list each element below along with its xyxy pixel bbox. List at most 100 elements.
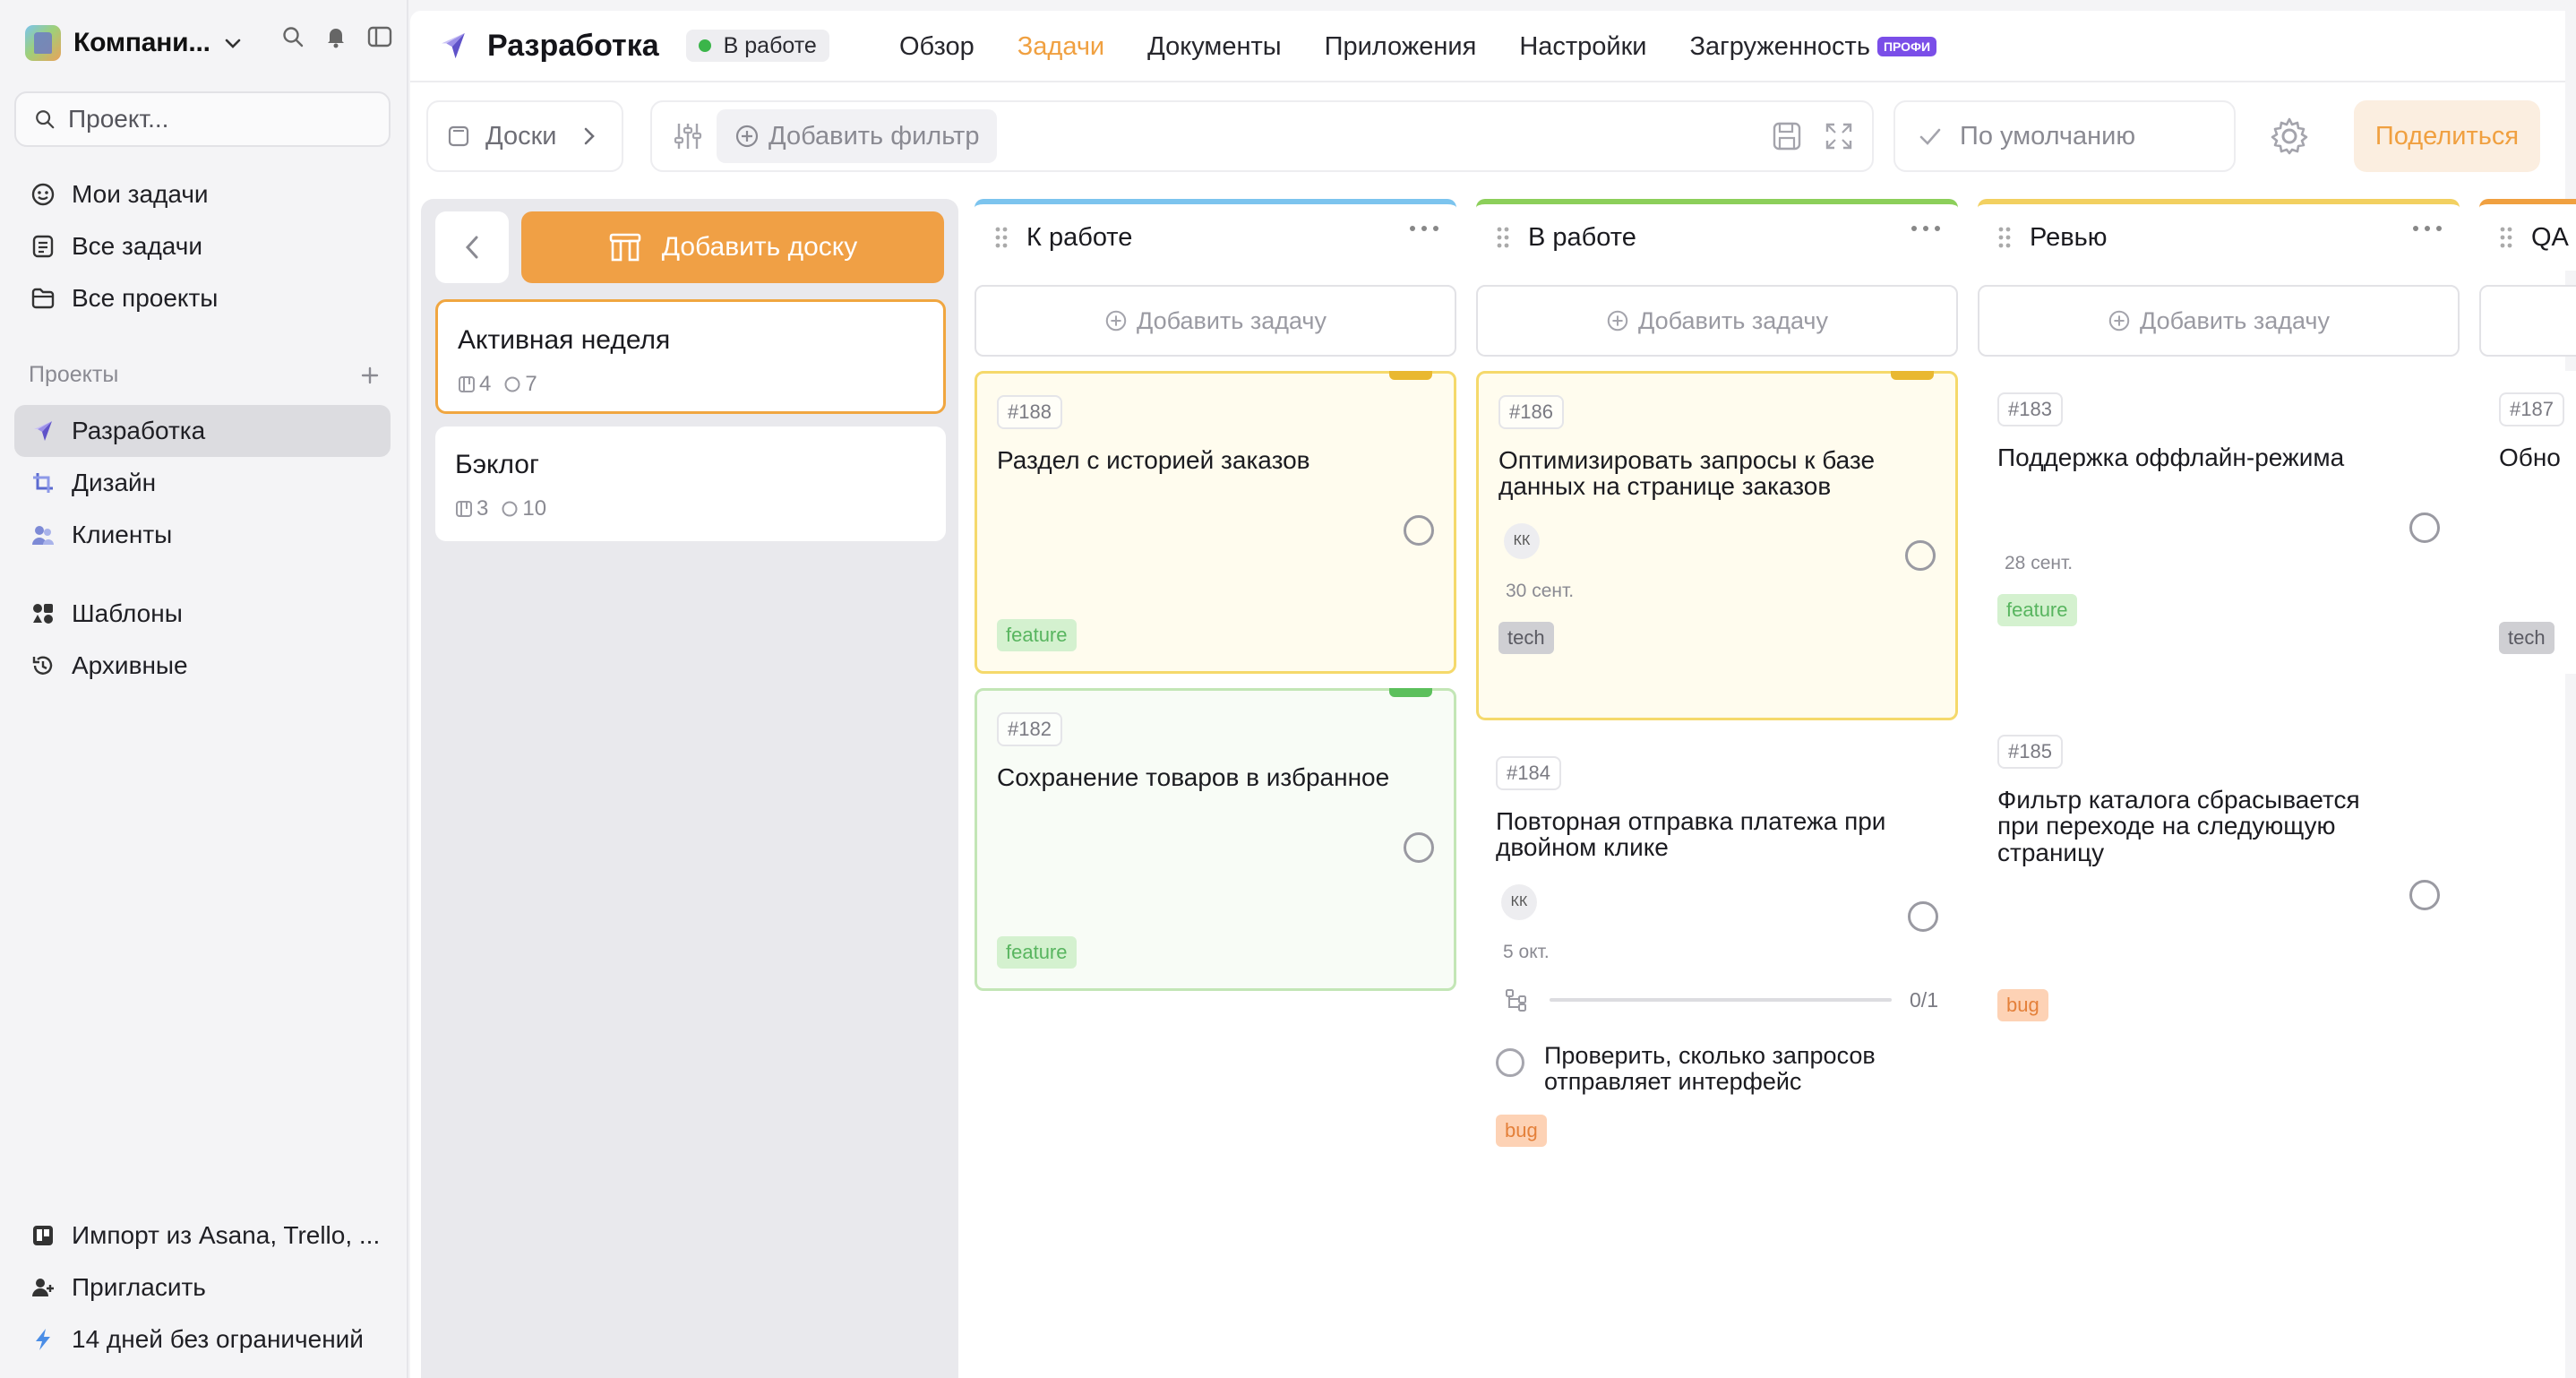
boards-toggle-button[interactable]: Доски xyxy=(426,100,623,172)
task-card[interactable]: #185 Фильтр каталога сбрасывается при пе… xyxy=(1978,713,2460,1041)
project-item-clients[interactable]: Клиенты xyxy=(14,509,391,561)
subtask-item[interactable]: Проверить, сколько запросов отправляет и… xyxy=(1496,1042,1938,1095)
nav-my-tasks[interactable]: Мои задачи xyxy=(14,168,391,220)
rocket-icon xyxy=(29,418,57,444)
tag-tech[interactable]: tech xyxy=(2499,622,2555,654)
task-complete-checkbox[interactable] xyxy=(2409,512,2440,543)
workspace-logo xyxy=(25,25,61,61)
task-complete-checkbox[interactable] xyxy=(1908,901,1938,932)
plus-icon[interactable] xyxy=(360,366,380,385)
tab-workload[interactable]: Загруженность ПРОФИ xyxy=(1690,32,1937,62)
board-item[interactable]: Активная неделя 4 7 xyxy=(435,299,946,414)
board-item[interactable]: Бэклог 3 10 xyxy=(435,426,946,541)
tag-feature[interactable]: feature xyxy=(1997,594,2077,627)
column-qa: QA #187 Обно tech xyxy=(2479,199,2576,674)
gear-icon[interactable] xyxy=(2266,113,2313,159)
task-card[interactable]: #183 Поддержка оффлайн-режима 28 сент. f… xyxy=(1978,371,2460,699)
drag-handle-icon[interactable] xyxy=(994,225,1009,250)
drag-handle-icon[interactable] xyxy=(1997,225,2012,250)
search-icon[interactable] xyxy=(281,25,305,48)
share-button[interactable]: Поделиться xyxy=(2354,100,2540,172)
save-icon[interactable] xyxy=(1772,121,1802,151)
project-tabs: Обзор Задачи Документы Приложения Настро… xyxy=(899,11,1979,82)
nav-all-tasks[interactable]: Все задачи xyxy=(14,220,391,272)
add-task-button[interactable] xyxy=(2479,285,2576,357)
tab-documents[interactable]: Документы xyxy=(1147,32,1282,62)
add-board-button[interactable]: Добавить доску xyxy=(521,211,944,283)
task-title: Поддержка оффлайн-режима xyxy=(1997,444,2345,471)
nav-label: Клиенты xyxy=(72,521,173,548)
avatar[interactable]: КК xyxy=(1501,883,1537,920)
nav-all-projects[interactable]: Все проекты xyxy=(14,272,391,324)
subtasks-count: 0/1 xyxy=(1910,987,1938,1012)
add-task-button[interactable]: Добавить задачу xyxy=(1476,285,1958,357)
bell-icon[interactable] xyxy=(324,25,348,48)
add-task-button[interactable]: Добавить задачу xyxy=(1978,285,2460,357)
projects-label: Проекты xyxy=(29,362,119,387)
add-user-icon xyxy=(29,1275,57,1300)
task-complete-checkbox[interactable] xyxy=(1905,540,1936,571)
column-todo: К работе Добавить задачу #188 Раздел с и… xyxy=(975,199,1456,991)
sort-select[interactable]: По умолчанию xyxy=(1893,100,2236,172)
nav-import[interactable]: Импорт из Asana, Trello, ... xyxy=(14,1210,391,1262)
nav-trial[interactable]: 14 дней без ограничений xyxy=(14,1313,391,1365)
task-complete-checkbox[interactable] xyxy=(1404,515,1434,546)
avatar[interactable]: КК xyxy=(1504,522,1540,559)
task-card[interactable]: #182 Сохранение товаров в избранное feat… xyxy=(975,688,1456,991)
column-header[interactable]: К работе xyxy=(975,199,1456,271)
more-icon[interactable] xyxy=(1408,224,1440,233)
all-tasks-icon xyxy=(29,234,57,259)
status-badge[interactable]: В работе xyxy=(685,30,829,62)
collapse-boards-button[interactable] xyxy=(435,211,509,283)
more-icon[interactable] xyxy=(1910,224,1942,233)
task-card[interactable]: #188 Раздел с историей заказов feature xyxy=(975,371,1456,674)
add-filter-button[interactable]: Добавить фильтр xyxy=(717,109,998,163)
nav-archive[interactable]: Архивные xyxy=(14,640,391,692)
sliders-icon[interactable] xyxy=(672,120,704,152)
nav-invite[interactable]: Пригласить xyxy=(14,1262,391,1313)
task-title: Обно xyxy=(2499,444,2561,471)
column-header[interactable]: В работе xyxy=(1476,199,1958,271)
task-card[interactable]: #187 Обно tech xyxy=(2479,371,2576,674)
task-complete-checkbox[interactable] xyxy=(1404,832,1434,863)
due-date[interactable]: 5 окт. xyxy=(1503,942,1938,963)
tag-tech[interactable]: tech xyxy=(1498,621,1554,654)
subtasks-progress[interactable]: 0/1 xyxy=(1496,988,1938,1012)
task-title: Оптимизировать запросы к базе данных на … xyxy=(1498,446,1876,501)
plus-circle-icon xyxy=(2108,309,2131,332)
chevron-down-icon xyxy=(221,31,245,55)
add-task-button[interactable]: Добавить задачу xyxy=(975,285,1456,357)
tab-settings[interactable]: Настройки xyxy=(1519,32,1646,62)
columns-icon xyxy=(455,500,473,518)
due-date[interactable]: 28 сент. xyxy=(2005,553,2440,574)
subtask-checkbox[interactable] xyxy=(1496,1047,1524,1077)
task-complete-checkbox[interactable] xyxy=(2409,880,2440,910)
tag-feature[interactable]: feature xyxy=(997,619,1077,651)
task-card[interactable]: #186 Оптимизировать запросы к базе данны… xyxy=(1476,371,1958,720)
drag-handle-icon[interactable] xyxy=(1496,225,1510,250)
tab-overview[interactable]: Обзор xyxy=(899,32,975,62)
workspace-switcher[interactable]: Компани... xyxy=(25,22,392,65)
project-search-input[interactable] xyxy=(68,105,373,133)
due-date[interactable]: 30 сент. xyxy=(1506,581,1936,602)
project-item-development[interactable]: Разработка xyxy=(14,405,391,457)
column-header[interactable]: QA xyxy=(2479,199,2576,271)
drag-handle-icon[interactable] xyxy=(2499,225,2513,250)
tab-apps[interactable]: Приложения xyxy=(1325,32,1477,62)
column-title: В работе xyxy=(1528,222,1636,252)
column-header[interactable]: Ревью xyxy=(1978,199,2460,271)
priority-flag xyxy=(1389,371,1432,380)
nav-label: Импорт из Asana, Trello, ... xyxy=(72,1221,381,1249)
more-icon[interactable] xyxy=(2411,224,2443,233)
sidebar-toggle-icon[interactable] xyxy=(367,26,392,47)
task-card[interactable]: #184 Повторная отправка платежа при двой… xyxy=(1476,735,1958,1215)
tag-feature[interactable]: feature xyxy=(997,936,1077,969)
tag-bug[interactable]: bug xyxy=(1997,989,2048,1021)
add-task-label: Добавить задачу xyxy=(2140,306,2330,334)
project-item-design[interactable]: Дизайн xyxy=(14,457,391,509)
expand-icon[interactable] xyxy=(1824,121,1854,151)
tab-tasks[interactable]: Задачи xyxy=(1018,32,1104,62)
project-search[interactable] xyxy=(14,91,391,147)
nav-templates[interactable]: Шаблоны xyxy=(14,588,391,640)
tag-bug[interactable]: bug xyxy=(1496,1115,1547,1148)
